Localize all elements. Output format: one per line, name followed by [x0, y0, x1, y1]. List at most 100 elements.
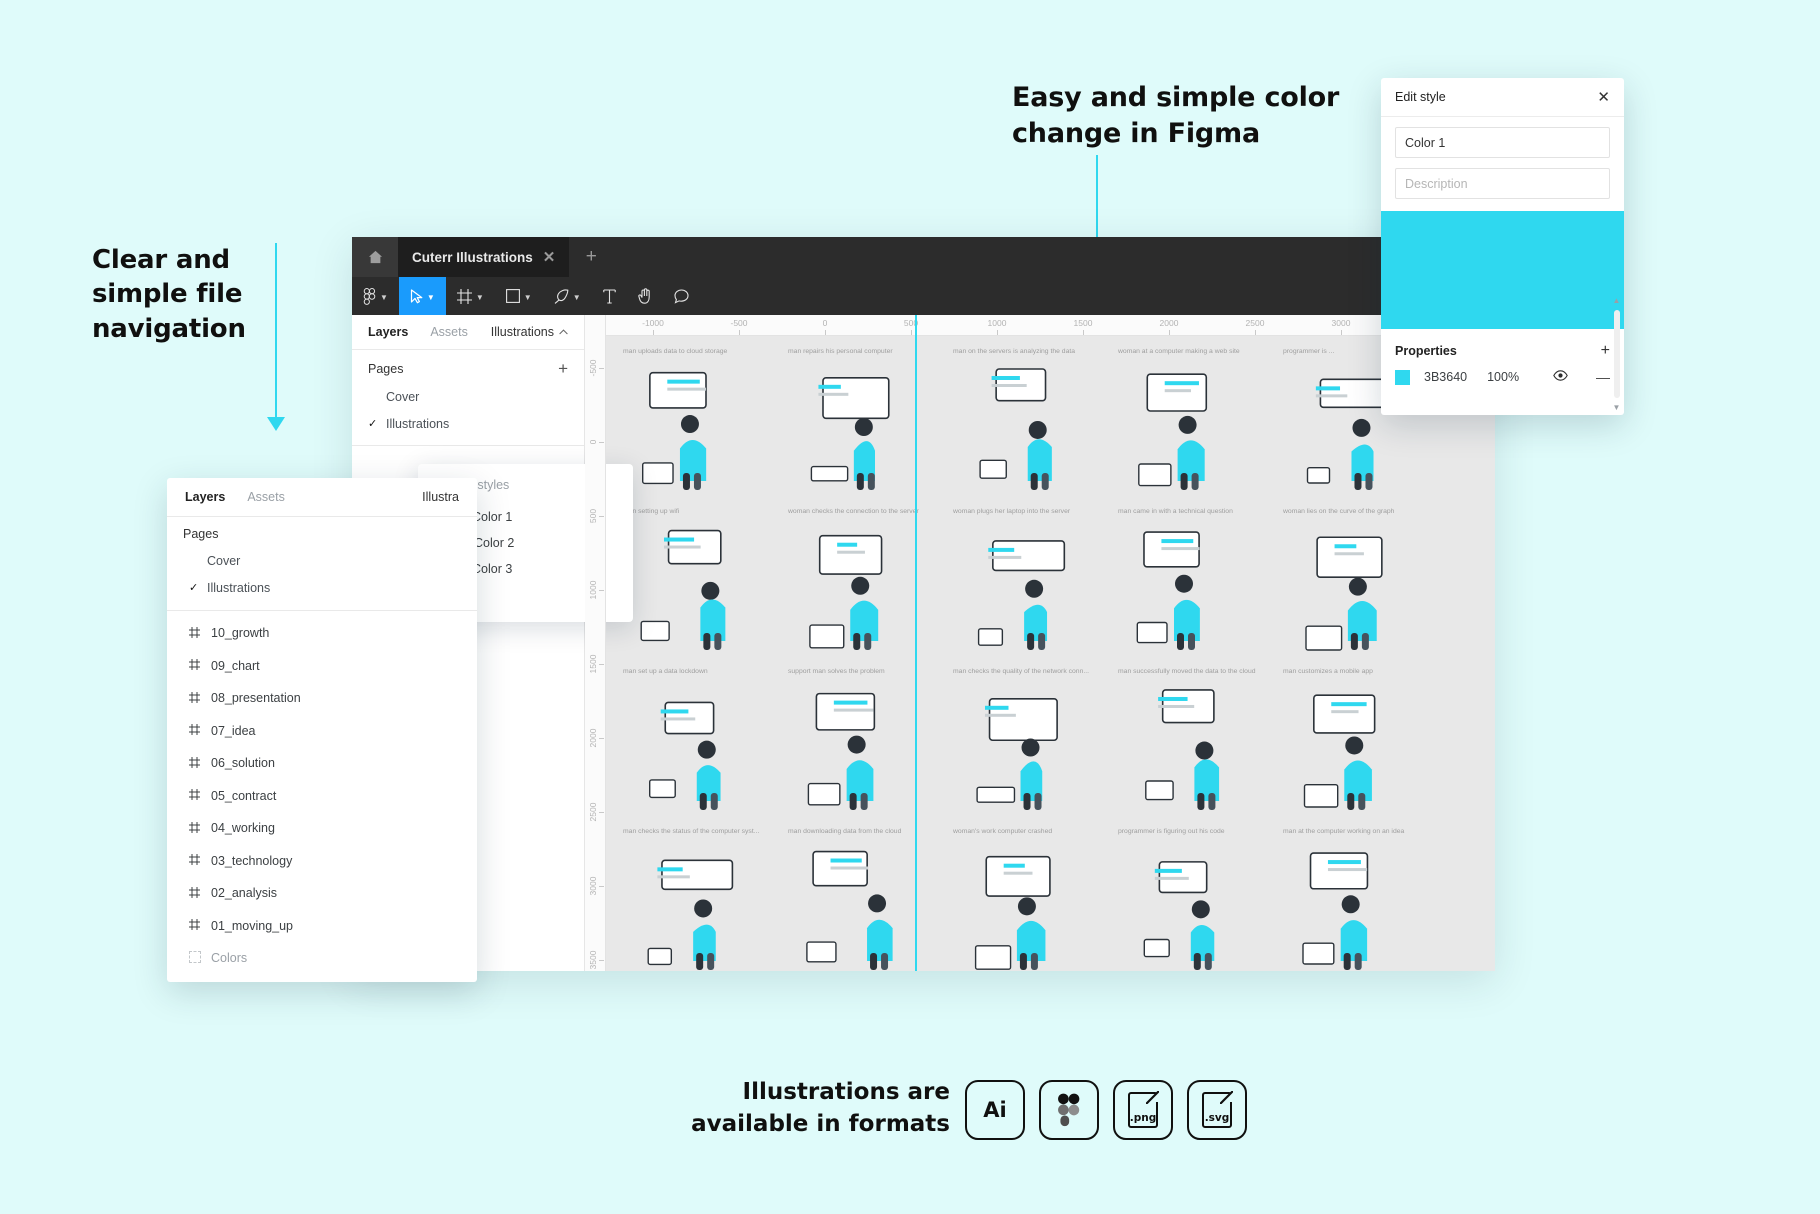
canvas-frame[interactable]: man downloading data from the cloud: [788, 823, 932, 971]
format-ai[interactable]: Ai: [965, 1080, 1025, 1140]
minus-icon[interactable]: —: [1596, 369, 1610, 385]
canvas-frame[interactable]: man came in with a technical question: [1118, 503, 1262, 663]
canvas-frame[interactable]: woman lies on the curve of the graph: [1283, 503, 1427, 663]
canvas-frame[interactable]: woman checks the connection to the serve…: [788, 503, 932, 663]
canvas-frame[interactable]: man at the computer working on an idea: [1283, 823, 1427, 971]
ruler-tick: [599, 886, 604, 887]
style-color-preview[interactable]: [1381, 211, 1624, 329]
page-selector[interactable]: Illustra: [422, 490, 459, 504]
scroll-up-icon[interactable]: ▲: [1613, 296, 1621, 305]
format-svg[interactable]: .svg: [1187, 1080, 1247, 1140]
ruler-tick: [739, 330, 740, 335]
page-row-cover[interactable]: Cover: [167, 547, 477, 574]
style-name-field[interactable]: Color 1: [1395, 127, 1610, 158]
canvas-frame[interactable]: programmer is figuring out his code: [1118, 823, 1262, 971]
canvas-frame[interactable]: man repairs his personal computer: [788, 343, 932, 503]
new-tab-button[interactable]: +: [569, 237, 613, 277]
format-label: Ai: [983, 1098, 1006, 1122]
layer-row[interactable]: 02_analysis: [167, 877, 477, 910]
add-page-button[interactable]: +: [558, 360, 568, 377]
vertical-guide[interactable]: [915, 315, 917, 971]
eye-icon[interactable]: [1553, 370, 1568, 384]
tab-assets[interactable]: Assets: [247, 490, 285, 504]
canvas-frame[interactable]: man customizes a mobile app: [1283, 663, 1427, 823]
tab-layers[interactable]: Layers: [185, 490, 225, 504]
canvas-frame[interactable]: woman's work computer crashed: [953, 823, 1097, 971]
illustration: [1293, 683, 1417, 811]
tool-main-menu[interactable]: ▼: [352, 277, 399, 315]
layer-row[interactable]: 10_growth: [167, 617, 477, 650]
edit-style-panel: Edit style ✕ Color 1 Description Propert…: [1381, 78, 1624, 415]
layer-row[interactable]: 01_moving_up: [167, 910, 477, 943]
canvas-frame[interactable]: man set up a data lockdown: [623, 663, 767, 823]
close-icon[interactable]: ✕: [543, 250, 556, 265]
layer-row[interactable]: 09_chart: [167, 650, 477, 683]
color-style-label: Color 1: [472, 510, 512, 524]
file-tab[interactable]: Cuterr Illustrations ✕: [398, 237, 569, 277]
tool-pen[interactable]: ▼: [543, 277, 592, 315]
tool-move[interactable]: ▼: [399, 277, 446, 315]
scrollbar[interactable]: ▲ ▼: [1612, 296, 1621, 412]
chevron-down-icon: ▼: [380, 293, 388, 302]
tool-hand[interactable]: [627, 277, 663, 315]
canvas-frame[interactable]: woman plugs her laptop into the server: [953, 503, 1097, 663]
tool-shape[interactable]: ▼: [495, 277, 543, 315]
component-set-icon: [189, 951, 211, 966]
canvas-frame-label: man checks the quality of the network co…: [953, 663, 1097, 675]
tab-layers[interactable]: Layers: [368, 325, 408, 339]
chevron-down-icon: ▼: [524, 293, 532, 302]
chevron-down-icon: ▼: [476, 293, 484, 302]
formats-row: Ai .png .svg: [965, 1080, 1247, 1140]
ruler-tick-label: 3000: [588, 877, 598, 896]
canvas-frame[interactable]: man checks the status of the computer sy…: [623, 823, 767, 971]
canvas-frame[interactable]: man successfully moved the data to the c…: [1118, 663, 1262, 823]
canvas-frame-label: support man solves the problem: [788, 663, 932, 675]
layer-row[interactable]: 08_presentation: [167, 682, 477, 715]
property-hex: 3B3640: [1424, 370, 1467, 384]
ruler-tick: [599, 812, 604, 813]
layer-row[interactable]: 03_technology: [167, 845, 477, 878]
tab-assets[interactable]: Assets: [430, 325, 468, 339]
canvas-frame[interactable]: man setting up wifi: [623, 503, 767, 663]
property-row[interactable]: 3B3640 100% —: [1381, 359, 1624, 385]
style-description-field[interactable]: Description: [1395, 168, 1610, 199]
page-row-illustrations[interactable]: ✓ Illustrations: [352, 410, 584, 437]
canvas-frame[interactable]: man on the servers is analyzing the data: [953, 343, 1097, 503]
layer-row[interactable]: Colors: [167, 942, 477, 975]
layer-row[interactable]: 07_idea: [167, 715, 477, 748]
tool-frame[interactable]: ▼: [446, 277, 495, 315]
page-row-illustrations[interactable]: ✓ Illustrations: [167, 574, 477, 601]
property-swatch[interactable]: [1395, 370, 1410, 385]
page-row-cover[interactable]: Cover: [352, 383, 584, 410]
format-figma[interactable]: [1039, 1080, 1099, 1140]
ruler-tick: [1341, 330, 1342, 335]
frame-icon: [189, 658, 211, 673]
frame-icon: [189, 853, 211, 868]
frame-icon: [189, 691, 211, 706]
tool-text[interactable]: [592, 277, 627, 315]
add-property-button[interactable]: +: [1601, 343, 1610, 359]
canvas-frame-label: man successfully moved the data to the c…: [1118, 663, 1262, 675]
canvas-frame[interactable]: man uploads data to cloud storage: [623, 343, 767, 503]
figma-canvas[interactable]: man uploads data to cloud storageman rep…: [585, 315, 1495, 971]
format-label: .svg: [1202, 1112, 1232, 1124]
frame-grid: man uploads data to cloud storageman rep…: [623, 343, 1427, 971]
canvas-frame[interactable]: support man solves the problem: [788, 663, 932, 823]
close-icon[interactable]: ✕: [1597, 90, 1610, 105]
scroll-down-icon[interactable]: ▼: [1613, 403, 1621, 412]
layer-list: 10_growth09_chart08_presentation07_idea0…: [167, 611, 477, 975]
layer-row[interactable]: 06_solution: [167, 747, 477, 780]
ruler-tick-label: 3000: [1332, 318, 1351, 328]
canvas-frame[interactable]: woman at a computer making a web site: [1118, 343, 1262, 503]
ruler-tick-label: 2500: [588, 803, 598, 822]
canvas-frame-label: woman's work computer crashed: [953, 823, 1097, 835]
ruler-tick: [1169, 330, 1170, 335]
canvas-frame[interactable]: man checks the quality of the network co…: [953, 663, 1097, 823]
layer-row[interactable]: 05_contract: [167, 780, 477, 813]
figma-logo-icon: [1057, 1093, 1081, 1127]
page-selector[interactable]: Illustrations: [491, 325, 568, 339]
tool-comment[interactable]: [663, 277, 700, 315]
format-png[interactable]: .png: [1113, 1080, 1173, 1140]
layer-row[interactable]: 04_working: [167, 812, 477, 845]
home-icon[interactable]: [352, 237, 398, 277]
